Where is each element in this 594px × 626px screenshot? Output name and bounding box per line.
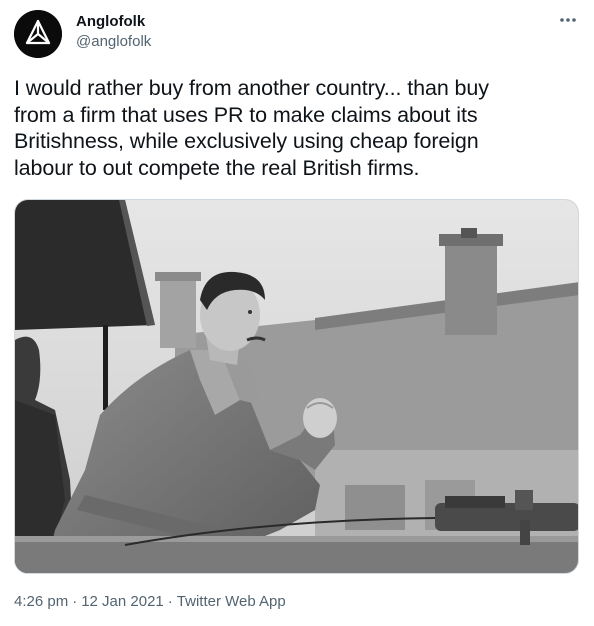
tweet-source-link[interactable]: Twitter Web App	[177, 592, 286, 612]
meta-separator: ·	[167, 593, 173, 610]
display-name[interactable]: Anglofolk	[76, 12, 151, 32]
tweet-time[interactable]: 4:26 pm	[14, 592, 68, 612]
triangle-rune-logo-icon	[14, 10, 62, 58]
user-handle[interactable]: @anglofolk	[76, 32, 151, 52]
meta-separator: ·	[72, 593, 78, 610]
avatar[interactable]	[14, 10, 62, 58]
tweet: Anglofolk @anglofolk I would rather buy …	[0, 0, 594, 626]
tweet-text: I would rather buy from another country.…	[14, 76, 489, 180]
photo-image	[15, 200, 578, 573]
tweet-date[interactable]: 12 Jan 2021	[81, 592, 164, 612]
author-info: Anglofolk @anglofolk	[76, 12, 151, 52]
more-horizontal-icon	[560, 18, 576, 22]
more-options-button[interactable]	[556, 10, 580, 30]
tweet-photo[interactable]	[14, 199, 579, 574]
tweet-metadata: 4:26 pm · 12 Jan 2021 · Twitter Web App	[14, 592, 286, 612]
